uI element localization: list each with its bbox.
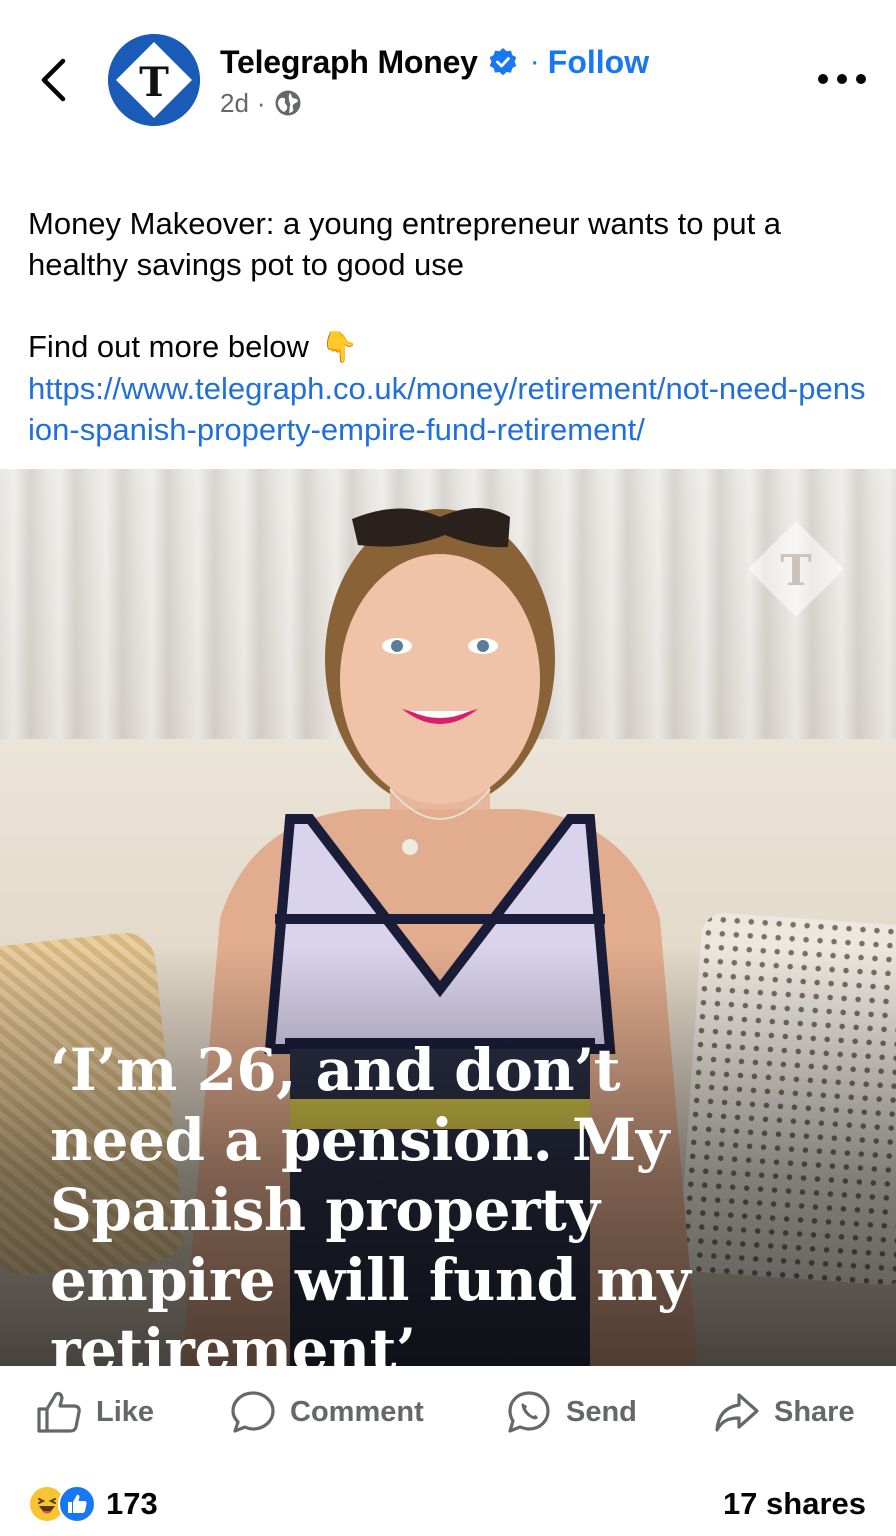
- shares-count[interactable]: 17 shares: [723, 1484, 866, 1524]
- post-text: Money Makeover: a young entrepreneur wan…: [28, 162, 868, 450]
- reaction-count: 173: [106, 1486, 158, 1521]
- post-stats: 173 17 shares: [0, 1470, 896, 1536]
- reactions-summary[interactable]: 173: [28, 1484, 158, 1524]
- more-dot: [856, 74, 866, 84]
- page-name-row: Telegraph Money · Follow: [220, 40, 649, 84]
- whatsapp-icon: [508, 1391, 550, 1433]
- back-button[interactable]: [30, 52, 76, 108]
- post-header: T Telegraph Money · Follow 2d ·: [0, 0, 896, 150]
- image-headline: ‘I’m 26, and don’t need a pension. My Sp…: [50, 1036, 691, 1366]
- send-label: Send: [566, 1395, 637, 1428]
- article-link[interactable]: https://www.telegraph.co.uk/money/retire…: [28, 371, 865, 447]
- more-options-icon: [818, 74, 828, 84]
- share-button[interactable]: Share: [714, 1388, 855, 1436]
- comment-icon: [231, 1391, 275, 1433]
- like-icon: [37, 1391, 81, 1433]
- post-line-2: Find out more below 👇: [28, 326, 868, 368]
- verified-badge-icon: [489, 48, 517, 76]
- comment-label: Comment: [290, 1395, 424, 1428]
- watermark-letter: T: [780, 546, 811, 595]
- post-line-1-text: Money Makeover: a young entrepreneur wan…: [28, 206, 782, 282]
- follow-separator: ·: [529, 45, 540, 78]
- like-button[interactable]: Like: [36, 1388, 154, 1436]
- post-time[interactable]: 2d: [220, 88, 249, 119]
- follow-button[interactable]: Follow: [548, 44, 649, 81]
- post-line-1: [28, 162, 868, 203]
- page-avatar[interactable]: T: [108, 34, 200, 126]
- more-dot: [837, 74, 847, 84]
- more-options-button[interactable]: [818, 62, 866, 96]
- article-image[interactable]: T ‘I’m 26, and don’t need a pension. My …: [0, 469, 896, 1366]
- meta-separator: ·: [256, 87, 266, 118]
- avatar-letter: T: [139, 59, 169, 106]
- spain-flag-icon: [28, 169, 70, 195]
- post-line-2-text: Find out more below: [28, 329, 309, 364]
- action-bar: Like Comment Send Share: [0, 1366, 896, 1458]
- share-icon: [715, 1393, 759, 1432]
- like-label: Like: [96, 1395, 155, 1428]
- pointing-down-icon: 👇: [320, 331, 359, 364]
- comment-button[interactable]: Comment: [230, 1388, 424, 1436]
- globe-icon: [275, 90, 301, 116]
- back-icon: [41, 58, 66, 102]
- page-name[interactable]: Telegraph Money: [220, 44, 478, 81]
- like-reaction-icon: [58, 1485, 96, 1523]
- telegraph-watermark-logo: T: [748, 521, 844, 617]
- send-button[interactable]: Send: [506, 1388, 637, 1436]
- share-label: Share: [774, 1395, 855, 1428]
- post-meta: 2d ·: [220, 86, 302, 120]
